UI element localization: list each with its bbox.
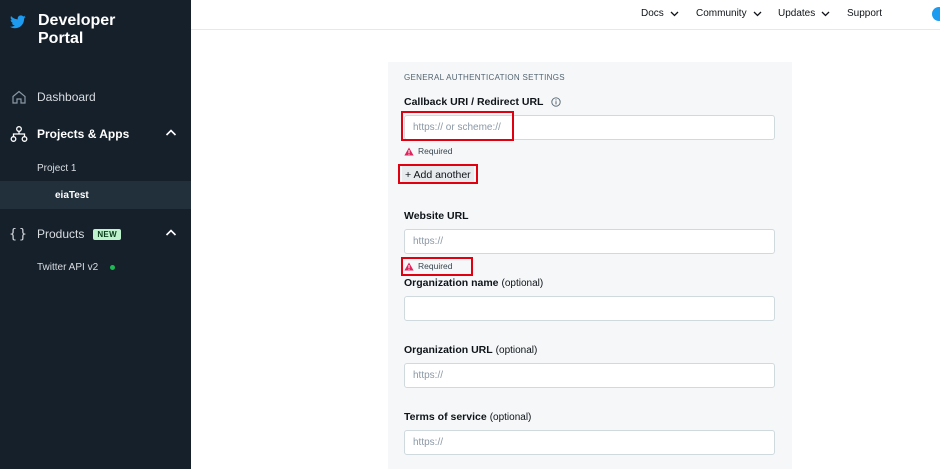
home-icon bbox=[10, 88, 28, 106]
website-url-label: Website URL bbox=[404, 210, 469, 222]
sidebar-item-label: Products bbox=[37, 227, 85, 241]
callback-uri-input[interactable] bbox=[404, 115, 775, 140]
chevron-up-icon[interactable] bbox=[165, 127, 177, 139]
topnav-label: Updates bbox=[778, 8, 816, 19]
brand-title: Developer Portal bbox=[38, 12, 116, 47]
sidebar-item-products[interactable]: {} Products NEW bbox=[0, 224, 191, 244]
website-url-input[interactable] bbox=[404, 229, 775, 254]
warning-icon bbox=[404, 262, 414, 270]
brand[interactable]: Developer Portal bbox=[10, 12, 148, 48]
status-dot bbox=[110, 264, 116, 270]
label-text: Callback URI / Redirect URL bbox=[404, 96, 544, 108]
sidebar-item-label: eiaTest bbox=[55, 189, 89, 201]
label-text: Terms of service bbox=[404, 411, 487, 423]
chevron-down-icon bbox=[753, 11, 762, 16]
auth-settings-card: GENERAL AUTHENTICATION SETTINGS Callback… bbox=[388, 62, 792, 469]
org-url-label: Organization URL (optional) bbox=[404, 344, 537, 356]
sidebar-item-twitter-api-v2[interactable]: Twitter API v2 bbox=[0, 259, 191, 275]
sidebar-item-projects-apps[interactable]: Projects & Apps bbox=[0, 124, 191, 144]
topnav-updates[interactable]: Updates bbox=[778, 8, 830, 19]
section-heading: GENERAL AUTHENTICATION SETTINGS bbox=[404, 73, 565, 82]
topnav-community[interactable]: Community bbox=[696, 8, 762, 19]
optional-text: (optional) bbox=[501, 277, 544, 289]
sidebar-item-label: Projects & Apps bbox=[37, 127, 130, 141]
label-text: Website URL bbox=[404, 210, 469, 222]
sidebar-item-app[interactable]: eiaTest bbox=[0, 181, 191, 209]
required-text: Required bbox=[418, 146, 453, 156]
callback-uri-label: Callback URI / Redirect URL bbox=[404, 96, 562, 108]
curly-braces-icon: {} bbox=[9, 226, 29, 242]
optional-text: (optional) bbox=[495, 344, 538, 356]
org-name-input[interactable] bbox=[404, 296, 775, 321]
chevron-up-icon[interactable] bbox=[165, 227, 177, 239]
top-navigation: Docs Community Updates Support bbox=[191, 0, 940, 30]
hierarchy-icon bbox=[10, 125, 28, 143]
new-badge: NEW bbox=[93, 228, 121, 240]
required-text: Required bbox=[418, 261, 453, 271]
sidebar-item-project-1[interactable]: Project 1 bbox=[0, 160, 191, 176]
label-text: Organization URL bbox=[404, 344, 493, 356]
topnav-docs[interactable]: Docs bbox=[641, 8, 679, 19]
sidebar-item-label: Twitter API v2 bbox=[37, 261, 99, 273]
topnav-label: Support bbox=[847, 8, 883, 19]
tos-input[interactable] bbox=[404, 430, 775, 455]
label-text: Organization name bbox=[404, 277, 499, 289]
callback-required-message: Required bbox=[404, 146, 453, 156]
chevron-down-icon bbox=[670, 11, 679, 16]
website-required-message: Required bbox=[404, 261, 453, 271]
chevron-down-icon bbox=[821, 11, 830, 16]
sidebar-item-label: Dashboard bbox=[37, 90, 96, 104]
topnav-support[interactable]: Support bbox=[847, 8, 882, 19]
topnav-label: Community bbox=[696, 8, 747, 19]
org-name-label: Organization name (optional) bbox=[404, 277, 543, 289]
sidebar: Developer Portal Dashboard Projects & Ap… bbox=[0, 0, 191, 469]
info-icon[interactable] bbox=[551, 97, 562, 107]
sidebar-item-label: Project 1 bbox=[37, 162, 77, 174]
twitter-bird-icon bbox=[10, 15, 26, 29]
optional-text: (optional) bbox=[489, 411, 532, 423]
sidebar-item-dashboard[interactable]: Dashboard bbox=[0, 87, 191, 107]
topnav-label: Docs bbox=[641, 8, 664, 19]
warning-icon bbox=[404, 147, 414, 155]
tos-label: Terms of service (optional) bbox=[404, 411, 531, 423]
avatar[interactable] bbox=[932, 7, 940, 21]
org-url-input[interactable] bbox=[404, 363, 775, 388]
add-another-button[interactable]: + Add another bbox=[402, 166, 474, 183]
